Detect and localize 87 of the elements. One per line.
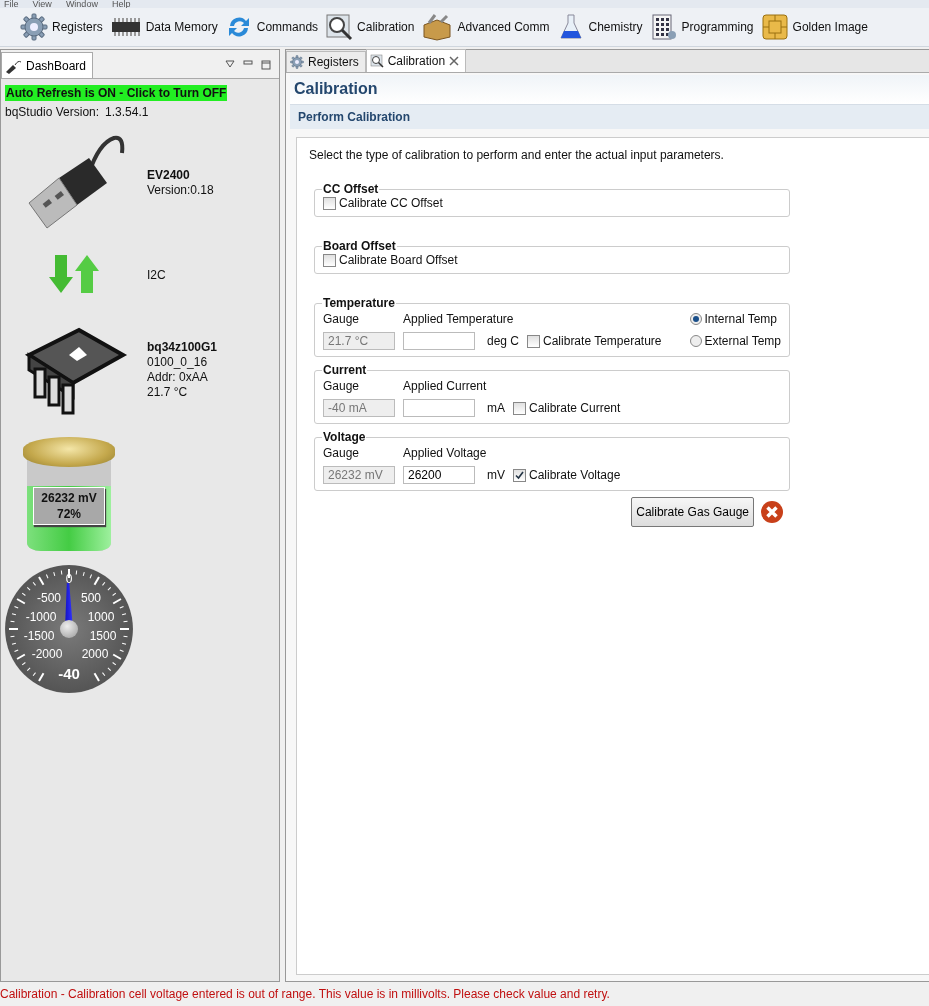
group-title: Temperature bbox=[322, 296, 396, 310]
dropdown-icon[interactable] bbox=[225, 60, 235, 68]
editor-tab[interactable]: Calibration bbox=[365, 49, 467, 72]
group-title: Board Offset bbox=[322, 239, 397, 253]
field-label: Gauge bbox=[323, 446, 361, 460]
transfer-arrows-icon bbox=[49, 255, 99, 295]
checkbox-label[interactable]: Calibrate Current bbox=[529, 401, 621, 415]
toolbar-button[interactable]: Advanced Comm bbox=[421, 13, 550, 41]
group-title: Current bbox=[322, 363, 368, 377]
checkbox[interactable] bbox=[323, 253, 336, 267]
magnifier-icon bbox=[325, 13, 354, 41]
menu-item[interactable]: File bbox=[4, 0, 19, 8]
menu-item[interactable]: Help bbox=[111, 0, 131, 8]
close-icon[interactable] bbox=[449, 56, 460, 66]
checkbox-label[interactable]: Calibrate Voltage bbox=[529, 468, 621, 482]
group-title: Voltage bbox=[322, 430, 367, 444]
menu-item[interactable]: Window bbox=[65, 0, 98, 8]
grid-icon bbox=[649, 13, 678, 41]
version-label: bqStudio Version: bbox=[5, 105, 100, 119]
gauge-scale-label: -1000 bbox=[25, 610, 57, 624]
gauge-scale-label: 1500 bbox=[89, 629, 117, 643]
toolbar-button[interactable]: Programming bbox=[649, 13, 754, 41]
editor-tab[interactable]: Registers bbox=[286, 51, 366, 72]
gauge-scale-label: 1000 bbox=[87, 610, 115, 624]
checkbox[interactable] bbox=[513, 468, 526, 482]
field-label: Applied Temperature bbox=[403, 312, 515, 326]
adapter-name: EV2400 bbox=[147, 168, 191, 183]
field-label: Gauge bbox=[323, 312, 361, 326]
device-info: 21.7 °C bbox=[147, 385, 189, 400]
applied-field[interactable] bbox=[403, 399, 475, 417]
radio-button[interactable] bbox=[689, 335, 702, 347]
checkbox[interactable] bbox=[513, 401, 526, 415]
battery-percent: 72% bbox=[57, 506, 81, 522]
checkbox[interactable] bbox=[323, 196, 336, 210]
field-label: Applied Voltage bbox=[403, 446, 488, 460]
radio-button[interactable] bbox=[689, 313, 702, 325]
applied-field[interactable] bbox=[403, 332, 475, 350]
gauge-scale-label: 500 bbox=[81, 591, 101, 605]
menu-item[interactable]: View bbox=[32, 0, 52, 8]
gauge-reading: -40 bbox=[57, 665, 81, 682]
gauge-scale-label: 2000 bbox=[81, 647, 109, 661]
dashboard-tab[interactable]: DashBoard bbox=[1, 52, 94, 78]
version-value: 1.3.54.1 bbox=[105, 105, 149, 119]
unit-label: mA bbox=[487, 401, 505, 415]
checkbox-label[interactable]: Calibrate Temperature bbox=[543, 334, 662, 348]
toolbar-button[interactable]: Calibration bbox=[325, 13, 415, 41]
section-header: Perform Calibration bbox=[290, 104, 929, 129]
status-message: Calibration - Calibration cell voltage entered is out of range. This value is in millivolts. Please check value and retry. bbox=[0, 986, 611, 1003]
toolbar-button[interactable]: Data Memory bbox=[109, 13, 218, 41]
chip-card-icon bbox=[760, 13, 789, 41]
applied-field[interactable]: 26200 bbox=[403, 466, 475, 484]
battery-voltage: 26232 mV bbox=[41, 490, 97, 506]
unit-label: mV bbox=[487, 468, 505, 482]
field-label: Gauge bbox=[323, 379, 361, 393]
adapter-version: Version:0.18 bbox=[147, 183, 214, 198]
gauge-scale-label: -2000 bbox=[31, 647, 63, 661]
checkbox-label[interactable]: Calibrate Board Offset bbox=[339, 253, 458, 267]
gauge-field[interactable]: 26232 mV bbox=[323, 466, 395, 484]
toolbox-icon bbox=[421, 13, 454, 41]
unit-label: deg C bbox=[487, 334, 520, 348]
gauge-scale-label: -500 bbox=[37, 591, 61, 605]
radio-label[interactable]: Internal Temp bbox=[704, 312, 777, 326]
gauge-scale-label: -1500 bbox=[23, 629, 55, 643]
device-name: bq34z100G1 bbox=[147, 340, 218, 355]
toolbar-button[interactable]: Registers bbox=[20, 13, 103, 41]
toolbar-button[interactable]: Chemistry bbox=[556, 13, 643, 41]
calibrate-button[interactable]: Calibrate Gas Gauge bbox=[631, 497, 754, 527]
gauge-field[interactable]: -40 mA bbox=[323, 399, 395, 417]
minimize-icon[interactable] bbox=[243, 60, 253, 68]
needle-hub bbox=[60, 620, 78, 638]
maximize-icon[interactable] bbox=[261, 60, 271, 70]
field-label: Applied Current bbox=[403, 379, 488, 393]
toolbar-button[interactable]: Golden Image bbox=[760, 13, 868, 41]
toolbar-button[interactable]: Commands bbox=[224, 13, 319, 41]
device-info: Addr: 0xAA bbox=[147, 370, 209, 385]
instructions: Select the type of calibration to perform and enter the actual input parameters. bbox=[309, 148, 725, 162]
gear-icon bbox=[290, 55, 304, 69]
bus-label: I2C bbox=[147, 267, 166, 283]
checkbox-label[interactable]: Calibrate CC Offset bbox=[339, 196, 443, 210]
magnifier-icon bbox=[369, 54, 384, 68]
checkbox[interactable] bbox=[527, 334, 541, 348]
gauge-field[interactable]: 21.7 °C bbox=[323, 332, 395, 350]
device-info: 0100_0_16 bbox=[147, 355, 209, 370]
group-title: CC Offset bbox=[322, 182, 380, 196]
page-title: Calibration bbox=[290, 75, 929, 104]
radio-label[interactable]: External Temp bbox=[704, 334, 781, 348]
auto-refresh-toggle[interactable]: Auto Refresh is ON - Click to Turn OFF bbox=[5, 85, 228, 101]
